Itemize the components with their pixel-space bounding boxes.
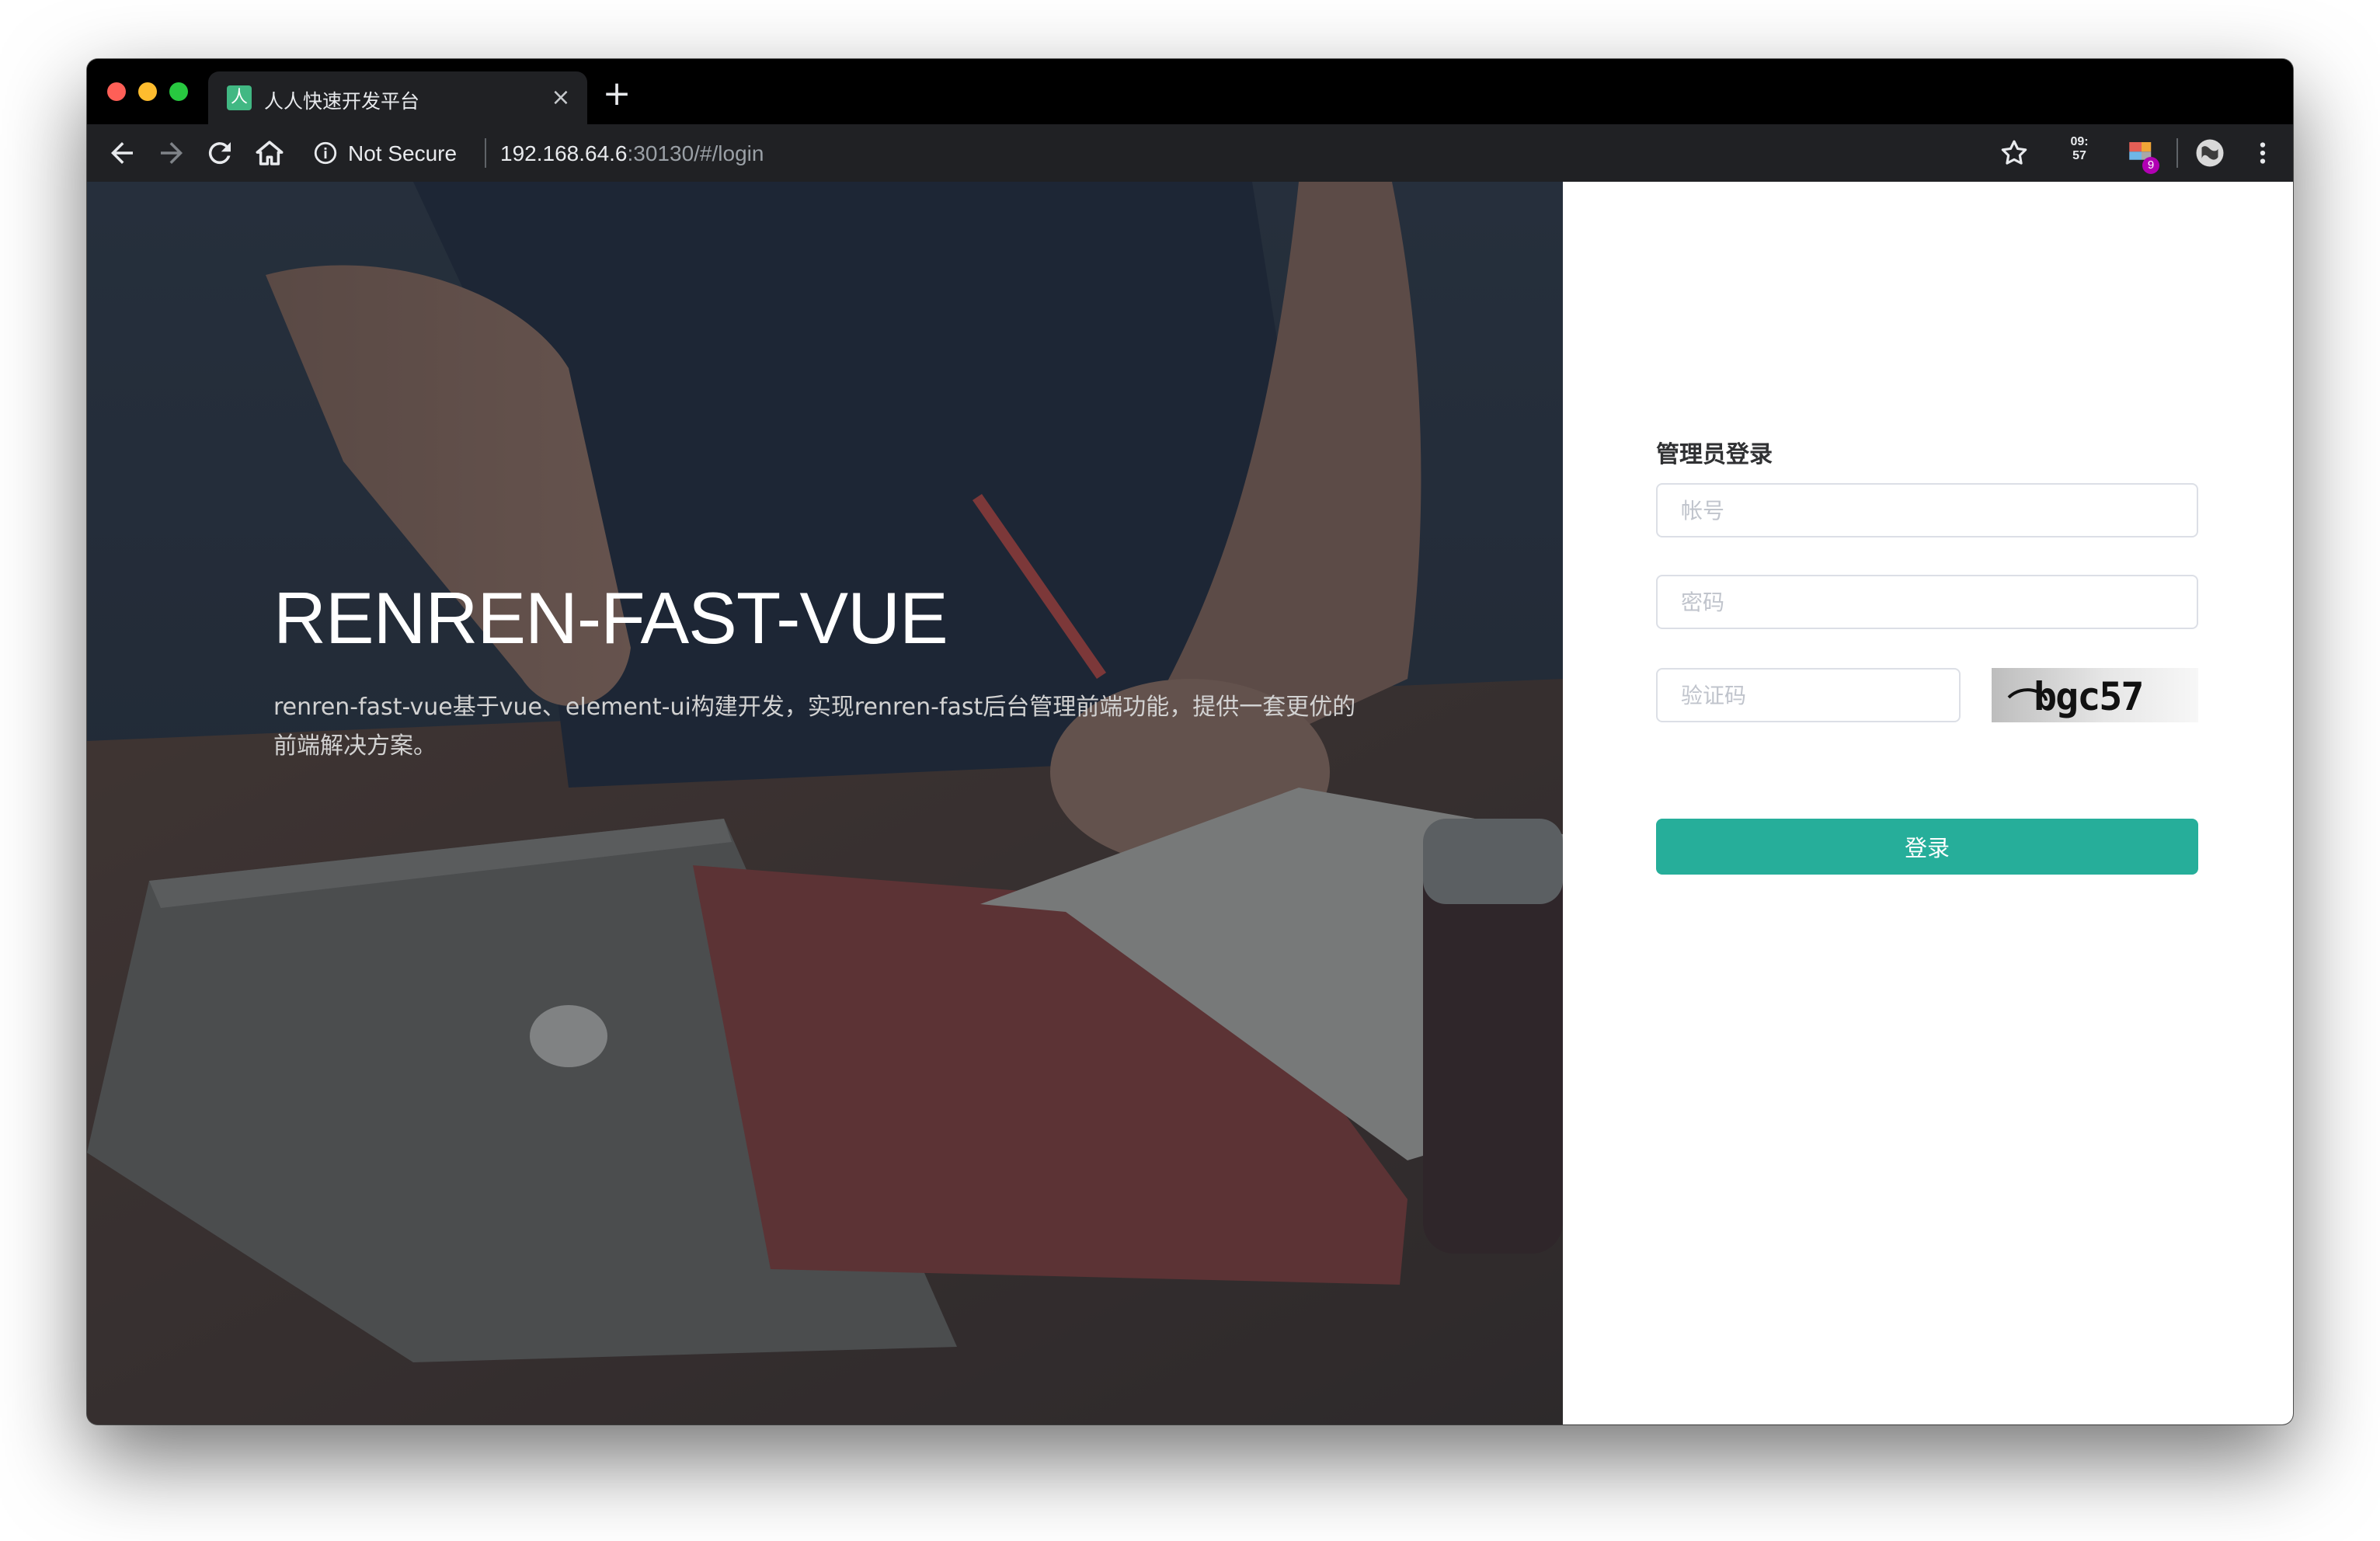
window-maximize-button[interactable] [169, 82, 188, 101]
hero-background-image [87, 182, 1563, 1424]
security-label[interactable]: Not Secure [348, 141, 457, 166]
reload-icon[interactable] [204, 137, 236, 169]
toolbar-actions: 09: 57 9 [1982, 124, 2293, 182]
hero-description: renren-fast-vue基于vue、element-ui构建开发，实现re… [273, 694, 1356, 760]
username-input[interactable] [1656, 483, 2198, 537]
address-separator [485, 138, 486, 168]
menu-kebab-icon[interactable] [2246, 137, 2279, 169]
captcha-text: bgc57 [2034, 674, 2143, 719]
toolbar-divider [2176, 138, 2178, 168]
browser-toolbar: Not Secure 192.168.64.6:30130/#/login 09… [87, 124, 2293, 183]
url-path: :30130/#/login [627, 141, 764, 165]
home-icon[interactable] [253, 137, 286, 169]
tab-title: 人人快速开发平台 [264, 90, 420, 113]
page-content: RENREN-FAST-VUE renren-fast-vue基于vue、ele… [87, 182, 2293, 1424]
hero-title: RENREN-FAST-VUE [273, 577, 948, 659]
window-close-button[interactable] [107, 82, 126, 101]
password-input[interactable] [1656, 575, 2198, 629]
forward-icon[interactable] [155, 137, 188, 169]
extension-icon[interactable]: 9 [2125, 137, 2159, 174]
window-minimize-button[interactable] [138, 82, 157, 101]
captcha-image[interactable]: bgc57 [1992, 668, 2198, 722]
login-submit-button[interactable]: 登录 [1656, 819, 2198, 875]
back-icon[interactable] [106, 137, 138, 169]
clock-extension-text: 09: 57 [2070, 135, 2089, 162]
bookmark-star-icon[interactable] [1998, 137, 2030, 169]
extension-badge: 9 [2142, 157, 2159, 174]
tab-close-icon[interactable]: × [547, 84, 575, 112]
hero-section: RENREN-FAST-VUE renren-fast-vue基于vue、ele… [87, 182, 1563, 1424]
info-icon[interactable] [312, 140, 339, 166]
url-text[interactable]: 192.168.64.6:30130/#/login [500, 141, 764, 166]
profile-avatar-icon[interactable] [2194, 137, 2226, 169]
clock-extension-icon[interactable]: 09: 57 [2063, 135, 2096, 171]
captcha-input[interactable] [1656, 668, 1961, 722]
browser-tab[interactable]: 人 人人快速开发平台 × [208, 71, 587, 124]
url-host: 192.168.64.6 [500, 141, 628, 165]
new-tab-button[interactable]: + [600, 77, 634, 112]
favicon-icon: 人 [227, 85, 252, 110]
browser-window: 人 人人快速开发平台 × + Not Secure 192.168.64.6:3… [87, 59, 2293, 1424]
tab-strip: 人 人人快速开发平台 × + [87, 59, 2293, 124]
login-title: 管理员登录 [1656, 441, 1773, 468]
